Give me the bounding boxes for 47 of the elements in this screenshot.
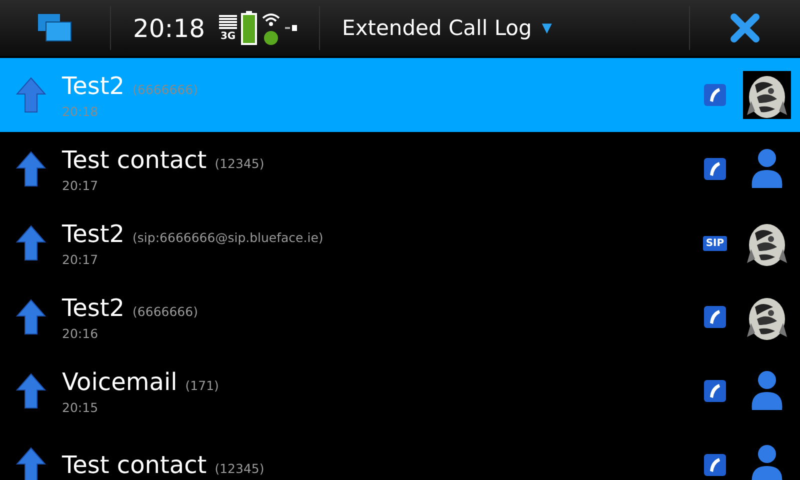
contact-name: Test2 <box>62 294 125 322</box>
person-icon <box>750 370 784 412</box>
up-arrow-icon <box>16 225 46 261</box>
call-log-row[interactable]: Test2 (6666666) 20:16 <box>0 280 800 354</box>
contact-address: (6666666) <box>132 82 198 96</box>
phone-icon <box>704 84 726 106</box>
phone-icon <box>704 454 726 476</box>
wifi-icon <box>261 11 282 45</box>
up-arrow-icon <box>16 447 46 480</box>
call-time: 20:18 <box>62 104 100 118</box>
contact-address: (12345) <box>214 461 264 476</box>
phone-icon <box>704 306 726 328</box>
call-time: 20:17 <box>62 252 100 266</box>
contact-address: (171) <box>185 378 219 392</box>
clock-time: 20:18 <box>133 14 206 42</box>
contact-address: (12345) <box>214 156 264 170</box>
call-log-row[interactable]: Test2 (sip:6666666@sip.blueface.ie) 20:17 SIP <box>0 206 800 280</box>
battery-icon <box>241 11 258 45</box>
contact-address: (6666666) <box>132 304 198 318</box>
network-type: 3G <box>220 32 236 42</box>
contact-name: Test2 <box>62 220 125 248</box>
sip-icon: SIP <box>702 236 728 250</box>
close-icon[interactable] <box>730 13 760 43</box>
contact-name: Test2 <box>62 72 125 100</box>
call-time: 20:15 <box>62 400 100 414</box>
call-time: 20:17 <box>62 178 100 192</box>
task-switcher-icon[interactable] <box>38 14 72 42</box>
up-arrow-icon <box>16 77 46 113</box>
contact-address: (sip:6666666@sip.blueface.ie) <box>132 230 324 244</box>
contact-name: Test contact <box>62 146 207 174</box>
window-title[interactable]: Extended Call Log <box>342 16 532 40</box>
call-log-row[interactable]: Voicemail (171) 20:15 <box>0 354 800 428</box>
signal-icon <box>219 14 238 30</box>
person-icon <box>750 148 784 190</box>
phone-icon <box>704 158 726 180</box>
call-time: 20:16 <box>62 326 100 340</box>
up-arrow-icon <box>16 151 46 187</box>
phone-icon <box>704 380 726 402</box>
person-icon <box>750 444 784 480</box>
dropdown-caret[interactable]: ▼ <box>542 20 552 36</box>
up-arrow-icon <box>16 373 46 409</box>
contact-name: Voicemail <box>62 368 178 396</box>
contact-name: Test contact <box>62 451 207 479</box>
call-log-row[interactable]: Test contact (12345) <box>0 428 800 480</box>
connection-icon <box>285 25 298 31</box>
up-arrow-icon <box>16 299 46 335</box>
call-log-row[interactable]: Test contact (12345) 20:17 <box>0 132 800 206</box>
